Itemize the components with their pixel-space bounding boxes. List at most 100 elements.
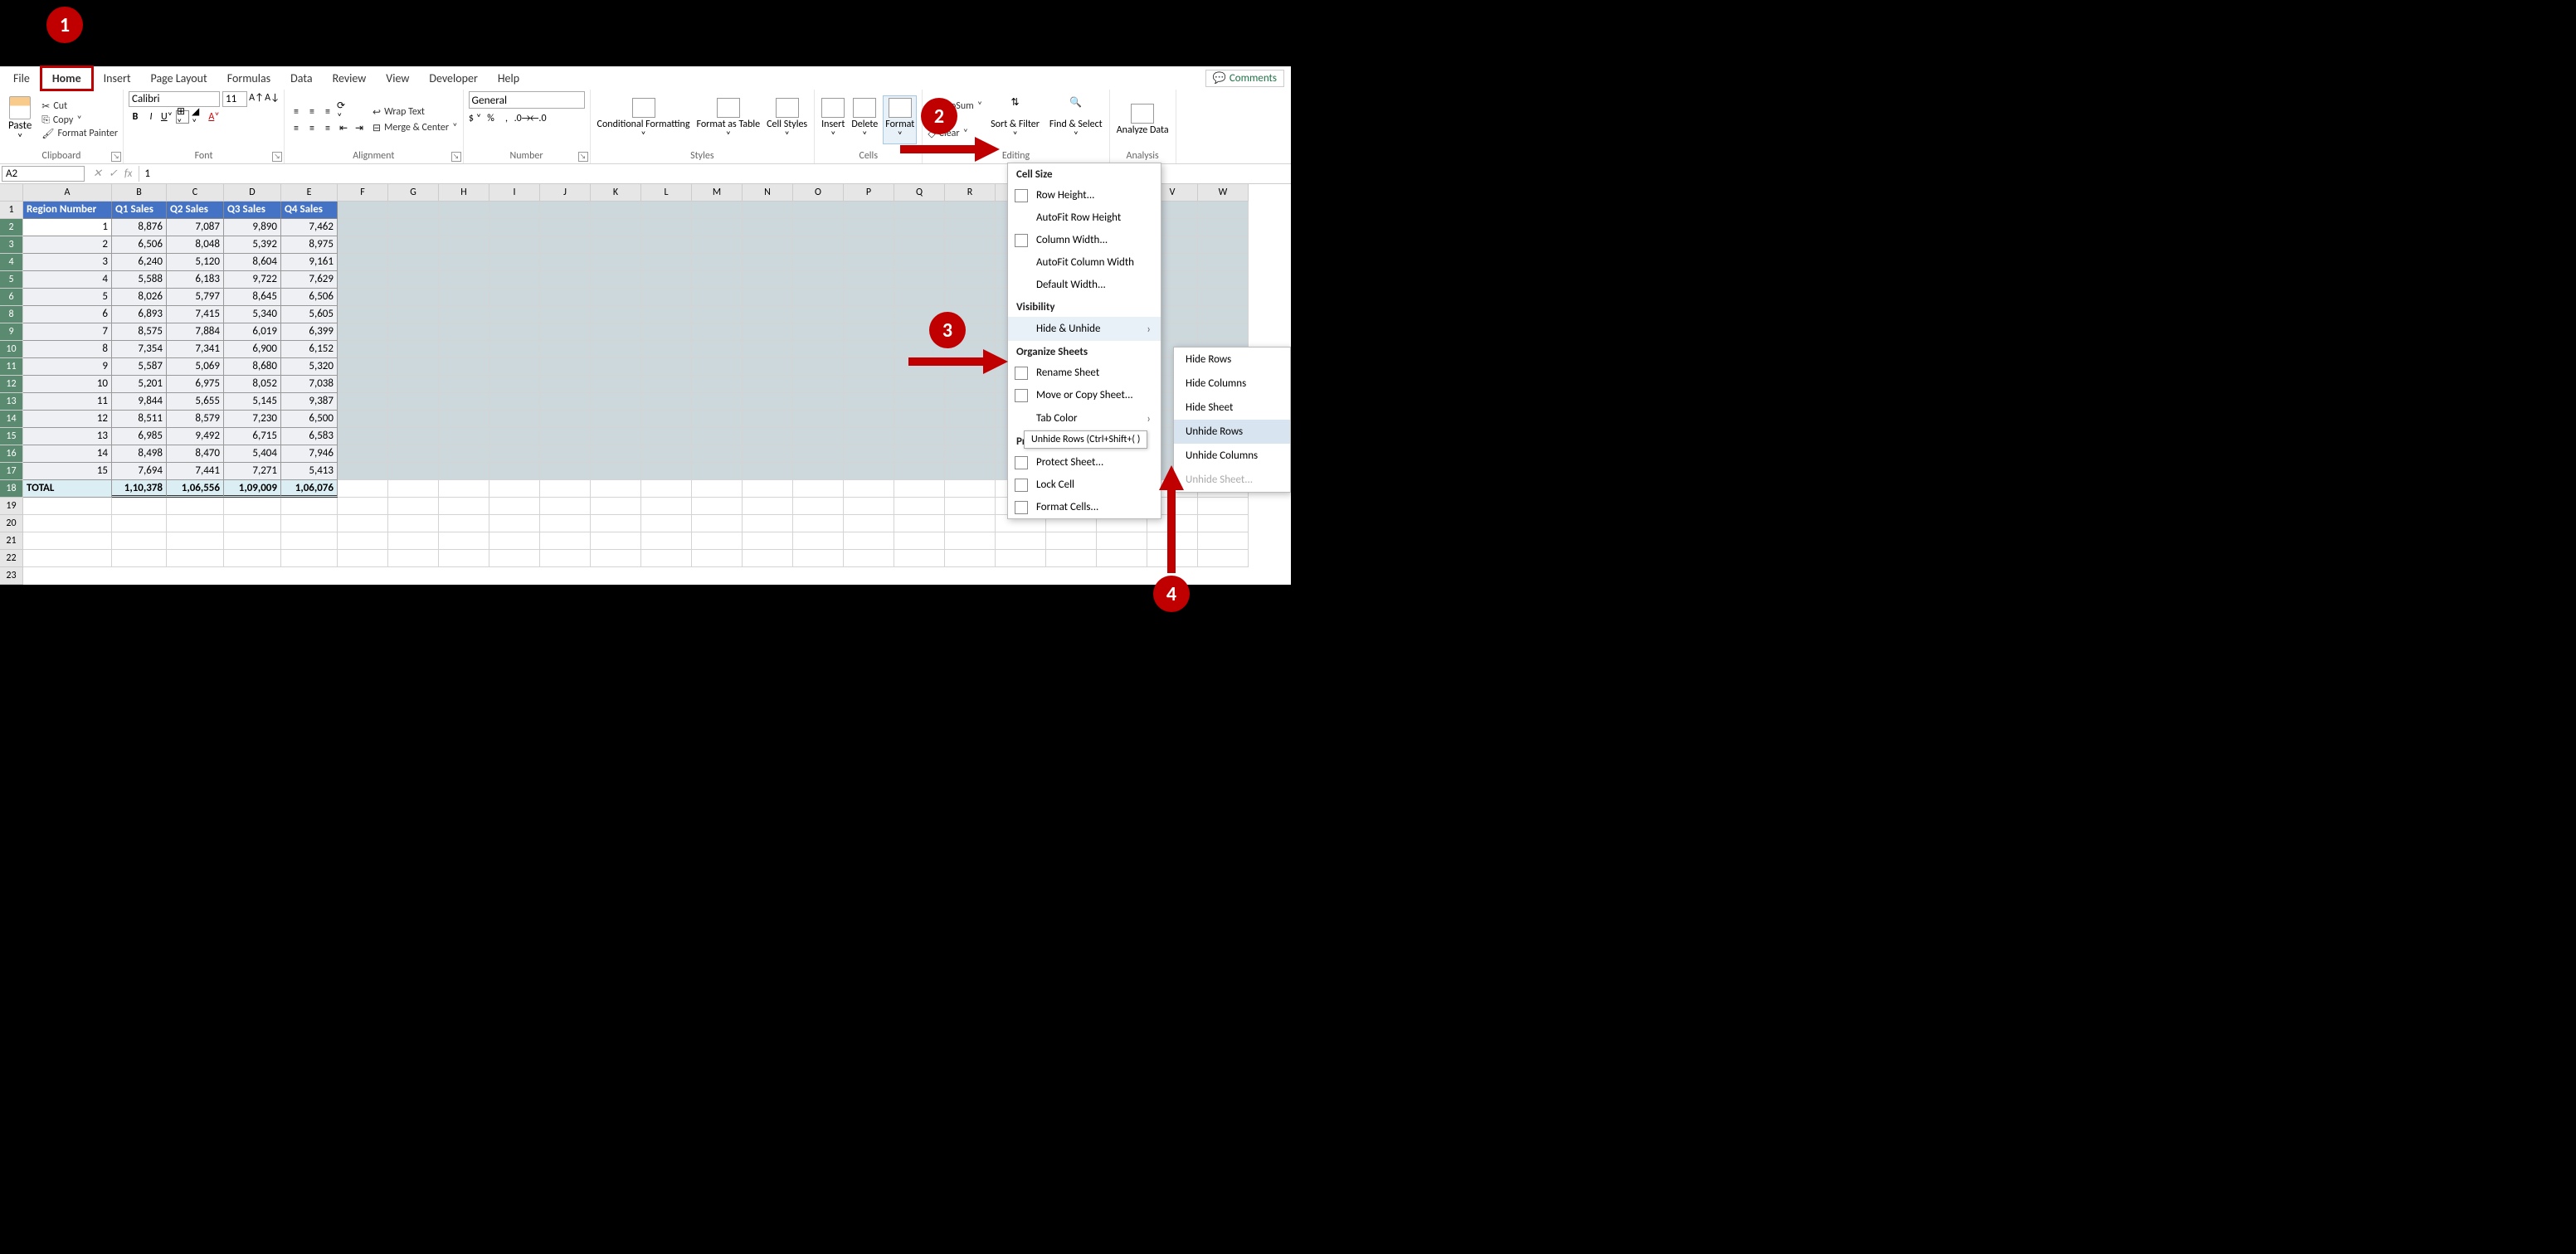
cell[interactable]	[894, 428, 945, 445]
cell[interactable]	[844, 498, 894, 515]
cell[interactable]	[540, 289, 591, 306]
total-value[interactable]: 1,06,556	[167, 480, 224, 498]
cell[interactable]	[743, 219, 793, 236]
cell-data[interactable]: 5,587	[112, 358, 167, 376]
cell-data[interactable]: 8,511	[112, 411, 167, 428]
cell[interactable]	[844, 550, 894, 567]
cell[interactable]	[894, 532, 945, 550]
cell[interactable]	[641, 306, 692, 323]
cell[interactable]	[945, 480, 996, 498]
tab-page-layout[interactable]: Page Layout	[141, 68, 217, 89]
cell[interactable]	[743, 289, 793, 306]
cell[interactable]	[281, 532, 338, 550]
cell[interactable]	[540, 376, 591, 393]
cell[interactable]	[540, 480, 591, 498]
cell[interactable]	[743, 515, 793, 532]
cell-data[interactable]: 7,946	[281, 445, 338, 463]
row-header-4[interactable]: 4	[0, 254, 23, 271]
cell[interactable]	[1097, 532, 1147, 550]
cell[interactable]	[793, 550, 844, 567]
cell[interactable]	[591, 463, 641, 480]
cell-data[interactable]: 8,680	[224, 358, 281, 376]
cell[interactable]	[388, 358, 439, 376]
cell[interactable]	[591, 532, 641, 550]
cell[interactable]	[793, 289, 844, 306]
cell[interactable]	[540, 202, 591, 219]
cell[interactable]	[489, 289, 540, 306]
tab-home[interactable]: Home	[40, 66, 94, 91]
cell[interactable]	[894, 219, 945, 236]
align-top-icon[interactable]: ≡	[290, 105, 303, 119]
bold-button[interactable]: B	[129, 110, 142, 124]
row-header-14[interactable]: 14	[0, 411, 23, 428]
cell[interactable]	[388, 515, 439, 532]
cell[interactable]	[743, 323, 793, 341]
cell[interactable]	[692, 358, 743, 376]
column-header-A[interactable]: A	[23, 184, 112, 202]
cell[interactable]	[1198, 289, 1249, 306]
cell-data[interactable]: 6,500	[281, 411, 338, 428]
cell[interactable]	[894, 289, 945, 306]
increase-decimal-button[interactable]: .0→	[516, 112, 529, 125]
cell[interactable]	[112, 550, 167, 567]
cell[interactable]	[844, 358, 894, 376]
cell[interactable]	[591, 306, 641, 323]
header-cell[interactable]: Q1 Sales	[112, 202, 167, 219]
cell-data[interactable]: 8,645	[224, 289, 281, 306]
cell[interactable]	[540, 323, 591, 341]
column-header-I[interactable]: I	[489, 184, 540, 202]
cell[interactable]	[338, 202, 388, 219]
cell-region[interactable]: 14	[23, 445, 112, 463]
cell[interactable]	[743, 445, 793, 463]
cell[interactable]	[338, 254, 388, 271]
cell[interactable]	[641, 532, 692, 550]
cell-data[interactable]: 8,975	[281, 236, 338, 254]
enter-icon[interactable]: ✓	[109, 168, 118, 180]
cell[interactable]	[894, 376, 945, 393]
cell-region[interactable]: 2	[23, 236, 112, 254]
cut-button[interactable]: ✂Cut	[41, 100, 118, 113]
cell[interactable]	[167, 532, 224, 550]
column-header-B[interactable]: B	[112, 184, 167, 202]
cell[interactable]	[894, 445, 945, 463]
cell[interactable]	[844, 323, 894, 341]
cell[interactable]	[489, 202, 540, 219]
row-header-20[interactable]: 20	[0, 515, 23, 532]
cell[interactable]	[844, 532, 894, 550]
cell-data[interactable]: 5,413	[281, 463, 338, 480]
increase-indent-icon[interactable]: ⇥	[353, 122, 366, 135]
cell[interactable]	[338, 532, 388, 550]
cell[interactable]	[641, 550, 692, 567]
cell-data[interactable]: 9,161	[281, 254, 338, 271]
cell-region[interactable]: 15	[23, 463, 112, 480]
cell[interactable]	[540, 411, 591, 428]
cell[interactable]	[844, 254, 894, 271]
align-middle-icon[interactable]: ≡	[305, 105, 319, 119]
menu-hide-unhide[interactable]: Hide & Unhide	[1008, 317, 1161, 341]
cell[interactable]	[641, 323, 692, 341]
tab-review[interactable]: Review	[323, 68, 377, 89]
cell[interactable]	[641, 428, 692, 445]
cell[interactable]	[540, 445, 591, 463]
cell[interactable]	[641, 219, 692, 236]
cell-data[interactable]: 7,415	[167, 306, 224, 323]
insert-cells-button[interactable]: Insert˅	[820, 96, 846, 143]
cell[interactable]	[591, 480, 641, 498]
align-bottom-icon[interactable]: ≡	[321, 105, 334, 119]
cell[interactable]	[224, 498, 281, 515]
cell[interactable]	[540, 341, 591, 358]
cell[interactable]	[692, 202, 743, 219]
cell[interactable]	[692, 236, 743, 254]
cell-data[interactable]: 5,120	[167, 254, 224, 271]
cell[interactable]	[793, 445, 844, 463]
row-header-12[interactable]: 12	[0, 376, 23, 393]
cell-data[interactable]: 7,230	[224, 411, 281, 428]
cell[interactable]	[844, 428, 894, 445]
cell[interactable]	[439, 550, 489, 567]
row-header-5[interactable]: 5	[0, 271, 23, 289]
menu-move-copy[interactable]: Move or Copy Sheet...	[1008, 384, 1161, 406]
cell[interactable]	[894, 498, 945, 515]
cell[interactable]	[489, 393, 540, 411]
cell[interactable]	[338, 498, 388, 515]
cell[interactable]	[793, 219, 844, 236]
